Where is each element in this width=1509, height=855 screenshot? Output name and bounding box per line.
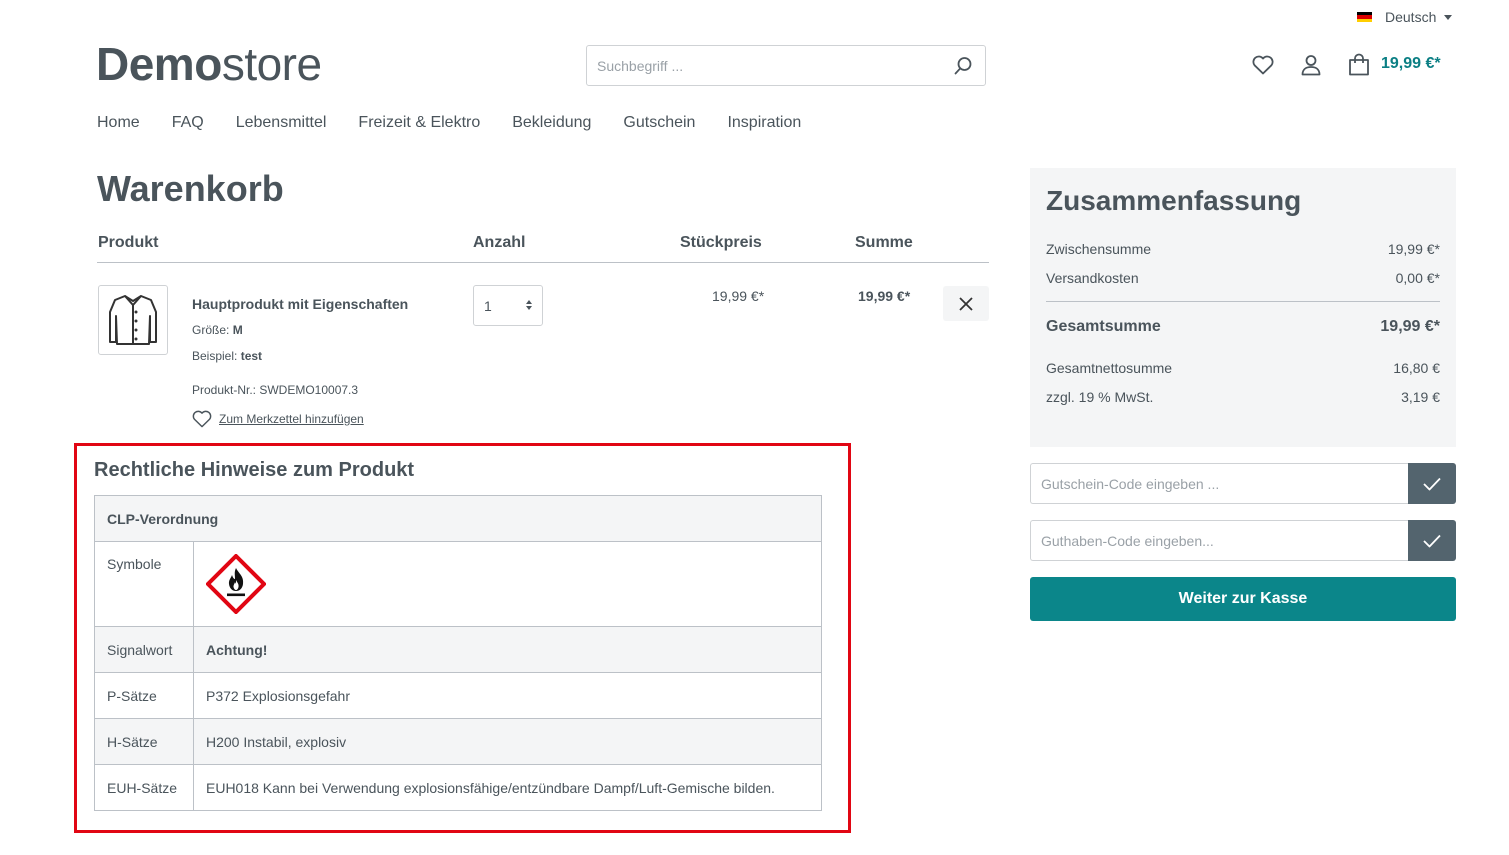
nav-item-freizeit-elektro[interactable]: Freizeit & Elektro bbox=[358, 114, 480, 132]
remove-item-button[interactable] bbox=[943, 286, 989, 321]
summary-title: Zusammenfassung bbox=[1046, 185, 1302, 216]
nav-item-bekleidung[interactable]: Bekleidung bbox=[512, 114, 591, 132]
search-input[interactable] bbox=[587, 46, 941, 85]
nav-item-faq[interactable]: FAQ bbox=[172, 114, 204, 132]
row-key: Signalwort bbox=[94, 626, 194, 673]
summary-divider bbox=[1046, 301, 1440, 302]
summary-value: 16,80 € bbox=[1393, 360, 1440, 376]
chevron-down-icon bbox=[1444, 15, 1453, 20]
nav-item-gutschein[interactable]: Gutschein bbox=[623, 114, 695, 132]
row-key: P-Sätze bbox=[94, 672, 194, 719]
property-label: Größe: bbox=[192, 323, 230, 337]
summary-label: zzgl. 19 % MwSt. bbox=[1046, 389, 1154, 405]
clp-table: CLP-Verordnung Symbole Signalwort Achtun… bbox=[94, 495, 822, 811]
property-label: Beispiel: bbox=[192, 349, 238, 363]
line-total: 19,99 €* bbox=[858, 288, 911, 304]
nav-item-home[interactable]: Home bbox=[97, 114, 140, 132]
column-header-unit-price: Stückpreis bbox=[680, 234, 762, 251]
product-property-size: Größe: M bbox=[192, 323, 243, 337]
summary-label: Versandkosten bbox=[1046, 270, 1139, 286]
table-row: Signalwort Achtung! bbox=[94, 626, 822, 673]
voucher-code-input[interactable] bbox=[1030, 463, 1408, 504]
product-property-example: Beispiel: test bbox=[192, 349, 262, 363]
search-box bbox=[586, 45, 986, 86]
wishlist-button[interactable] bbox=[1250, 52, 1276, 78]
add-to-wishlist-link[interactable]: Zum Merkzettel hinzufügen bbox=[192, 410, 364, 428]
credit-code-input[interactable] bbox=[1030, 520, 1408, 561]
wishlist-link-label: Zum Merkzettel hinzufügen bbox=[219, 412, 364, 426]
language-label: Deutsch bbox=[1385, 9, 1437, 25]
summary-label: Gesamtsumme bbox=[1046, 318, 1161, 335]
table-row: P-Sätze P372 Explosionsgefahr bbox=[94, 672, 822, 719]
store-logo[interactable]: Demostore bbox=[96, 36, 322, 92]
header-divider bbox=[97, 262, 989, 263]
row-value: P372 Explosionsgefahr bbox=[193, 672, 822, 719]
property-value: test bbox=[240, 349, 263, 363]
heart-icon bbox=[1252, 55, 1274, 75]
signal-word: Achtung! bbox=[206, 641, 268, 658]
table-row: Symbole bbox=[94, 541, 822, 627]
product-number: Produkt-Nr.: SWDEMO10007.3 bbox=[192, 383, 359, 397]
summary-shipping: Versandkosten 0,00 €* bbox=[1046, 270, 1440, 286]
header-cart-total[interactable]: 19,99 €* bbox=[1381, 55, 1441, 73]
jacket-icon bbox=[109, 295, 157, 345]
table-row: EUH-Sätze EUH018 Kann bei Verwendung exp… bbox=[94, 764, 822, 811]
voucher-submit-button[interactable] bbox=[1408, 463, 1456, 504]
main-navigation: Home FAQ Lebensmittel Freizeit & Elektro… bbox=[97, 114, 833, 132]
german-flag-icon bbox=[1357, 12, 1372, 22]
checkmark-icon bbox=[1423, 477, 1441, 490]
row-key: EUH-Sätze bbox=[94, 764, 194, 811]
summary-tax: zzgl. 19 % MwSt. 3,19 € bbox=[1046, 389, 1440, 405]
unit-price: 19,99 €* bbox=[712, 288, 765, 304]
nav-item-lebensmittel[interactable]: Lebensmittel bbox=[236, 114, 327, 132]
proceed-to-checkout-button[interactable]: Weiter zur Kasse bbox=[1030, 577, 1456, 621]
legal-notes-title: Rechtliche Hinweise zum Produkt bbox=[94, 459, 415, 481]
order-summary: Zusammenfassung Zwischensumme 19,99 €* Ve… bbox=[1030, 168, 1456, 447]
quantity-select[interactable]: 1 bbox=[473, 285, 543, 326]
product-thumbnail[interactable] bbox=[98, 285, 168, 355]
heart-icon bbox=[192, 410, 212, 428]
row-key: H-Sätze bbox=[94, 718, 194, 765]
column-header-total: Summe bbox=[855, 234, 913, 251]
summary-subtotal: Zwischensumme 19,99 €* bbox=[1046, 241, 1440, 257]
select-arrows-icon bbox=[526, 300, 532, 310]
table-row: H-Sätze H200 Instabil, explosiv bbox=[94, 718, 822, 765]
voucher-form bbox=[1030, 463, 1456, 504]
column-header-quantity: Anzahl bbox=[473, 234, 526, 251]
clp-table-header: CLP-Verordnung bbox=[94, 495, 822, 542]
flammable-ghs-icon bbox=[205, 553, 267, 615]
search-icon bbox=[954, 56, 972, 74]
summary-grand-total: Gesamtsumme 19,99 €* bbox=[1046, 318, 1440, 336]
shopping-bag-icon bbox=[1349, 53, 1369, 76]
summary-value: 19,99 €* bbox=[1380, 318, 1440, 335]
product-name[interactable]: Hauptprodukt mit Eigenschaften bbox=[192, 296, 408, 312]
row-value: EUH018 Kann bei Verwendung explosionsfäh… bbox=[193, 764, 822, 811]
summary-label: Zwischensumme bbox=[1046, 241, 1152, 257]
column-header-product: Produkt bbox=[98, 234, 159, 251]
credit-submit-button[interactable] bbox=[1408, 520, 1456, 561]
language-selector[interactable]: Deutsch bbox=[1357, 9, 1453, 25]
row-value: H200 Instabil, explosiv bbox=[193, 718, 822, 765]
nav-item-inspiration[interactable]: Inspiration bbox=[727, 114, 801, 132]
row-value-symbols bbox=[193, 541, 822, 627]
quantity-value: 1 bbox=[484, 297, 492, 314]
summary-net-total: Gesamtnettosumme 16,80 € bbox=[1046, 360, 1440, 376]
cart-button[interactable] bbox=[1346, 52, 1372, 78]
row-value: Achtung! bbox=[193, 626, 822, 673]
logo-bold: Demo bbox=[96, 38, 222, 90]
checkmark-icon bbox=[1423, 534, 1441, 547]
property-value: M bbox=[232, 323, 243, 337]
user-icon bbox=[1301, 55, 1321, 76]
logo-light: store bbox=[221, 38, 322, 90]
row-key: Symbole bbox=[94, 541, 194, 627]
search-button[interactable] bbox=[941, 46, 985, 85]
credit-form bbox=[1030, 520, 1456, 561]
summary-label: Gesamtnettosumme bbox=[1046, 360, 1173, 376]
summary-value: 0,00 €* bbox=[1395, 270, 1440, 286]
page-title: Warenkorb bbox=[97, 168, 284, 209]
account-button[interactable] bbox=[1298, 52, 1324, 78]
summary-value: 19,99 €* bbox=[1387, 241, 1440, 257]
close-icon bbox=[959, 296, 973, 311]
summary-value: 3,19 € bbox=[1401, 389, 1440, 405]
